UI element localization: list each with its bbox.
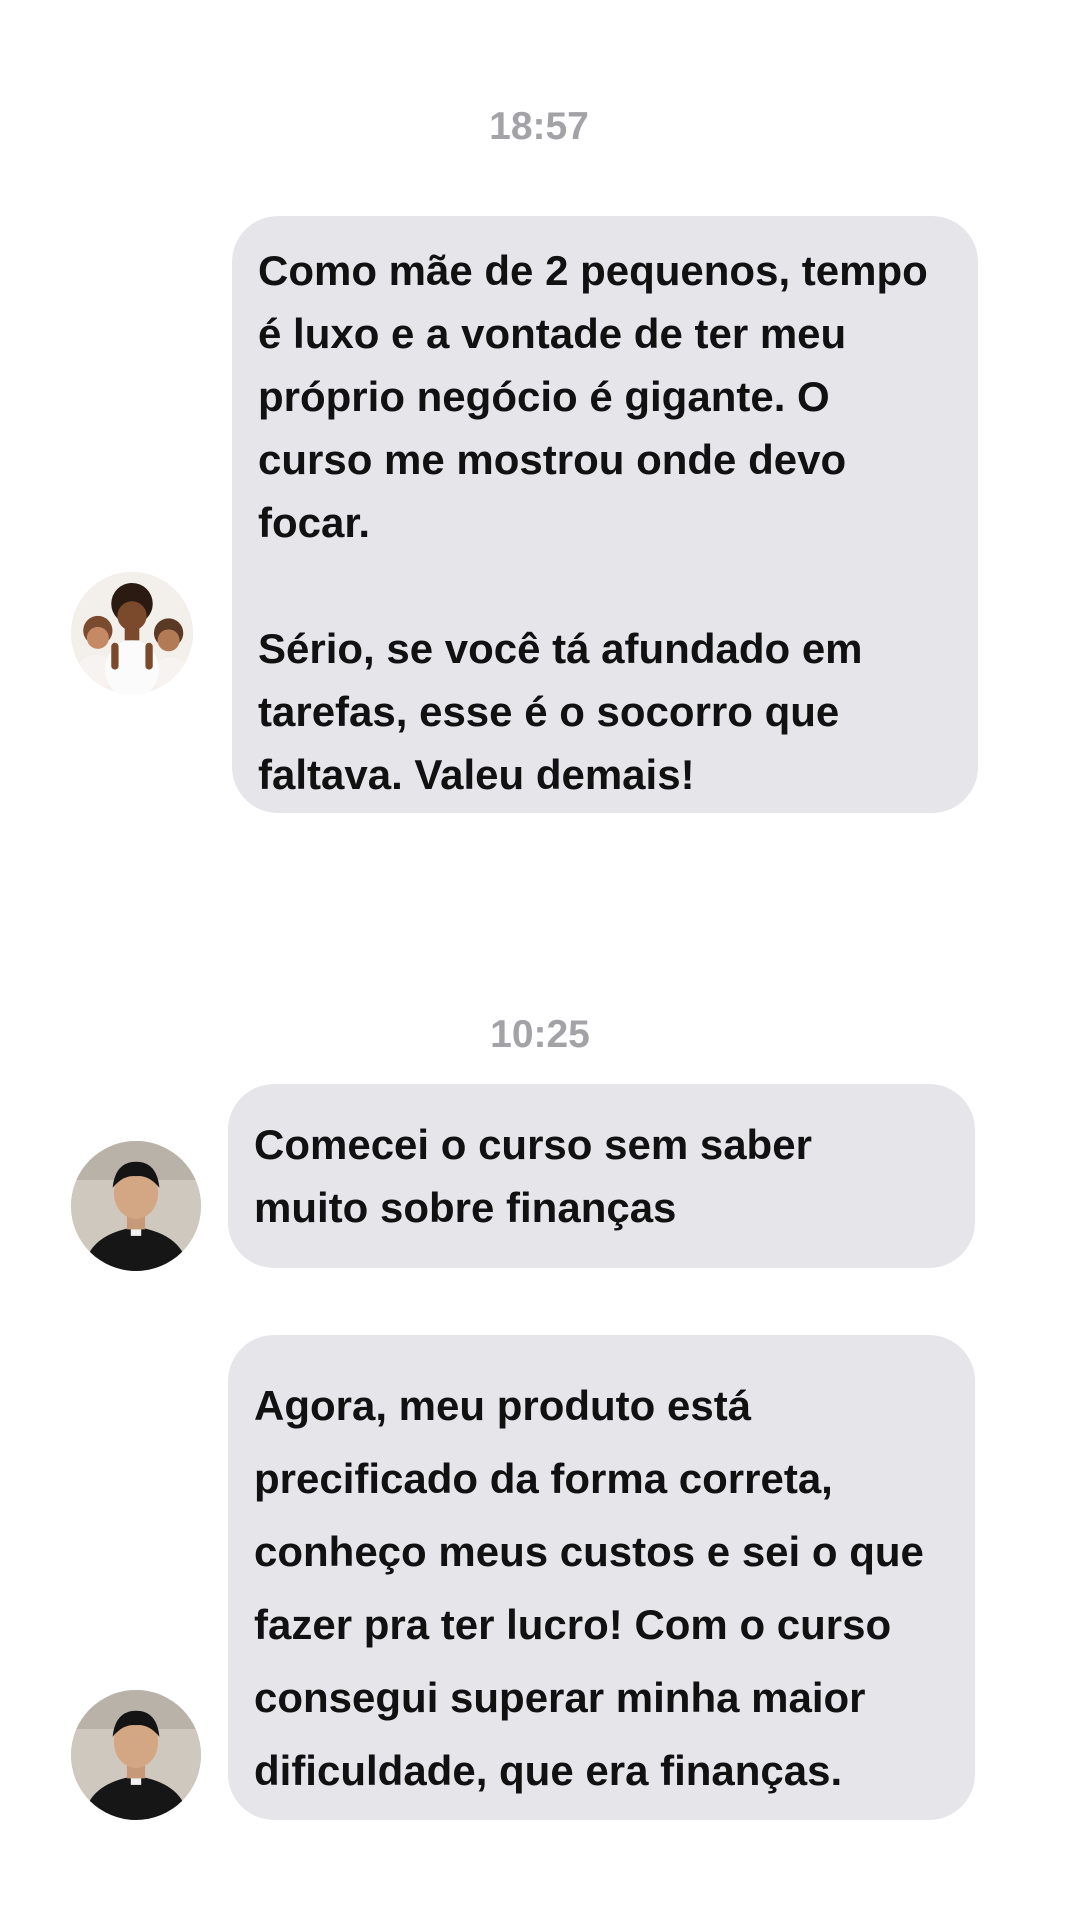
family-photo-icon xyxy=(71,572,193,694)
message-bubble-3: Agora, meu produto está precificado da f… xyxy=(228,1335,975,1820)
avatar-man-2[interactable] xyxy=(71,1690,201,1820)
message-bubble-2: Comecei o curso sem saber muito sobre fi… xyxy=(228,1084,975,1268)
man-photo-icon xyxy=(71,1141,201,1271)
avatar-man-1[interactable] xyxy=(71,1141,201,1271)
timestamp-1: 18:57 xyxy=(489,105,589,148)
message-bubble-1: Como mãe de 2 pequenos, tempo é luxo e a… xyxy=(232,216,978,813)
man-photo-icon xyxy=(71,1690,201,1820)
avatar-mother-with-children[interactable] xyxy=(71,572,193,694)
timestamp-2: 10:25 xyxy=(490,1013,590,1056)
